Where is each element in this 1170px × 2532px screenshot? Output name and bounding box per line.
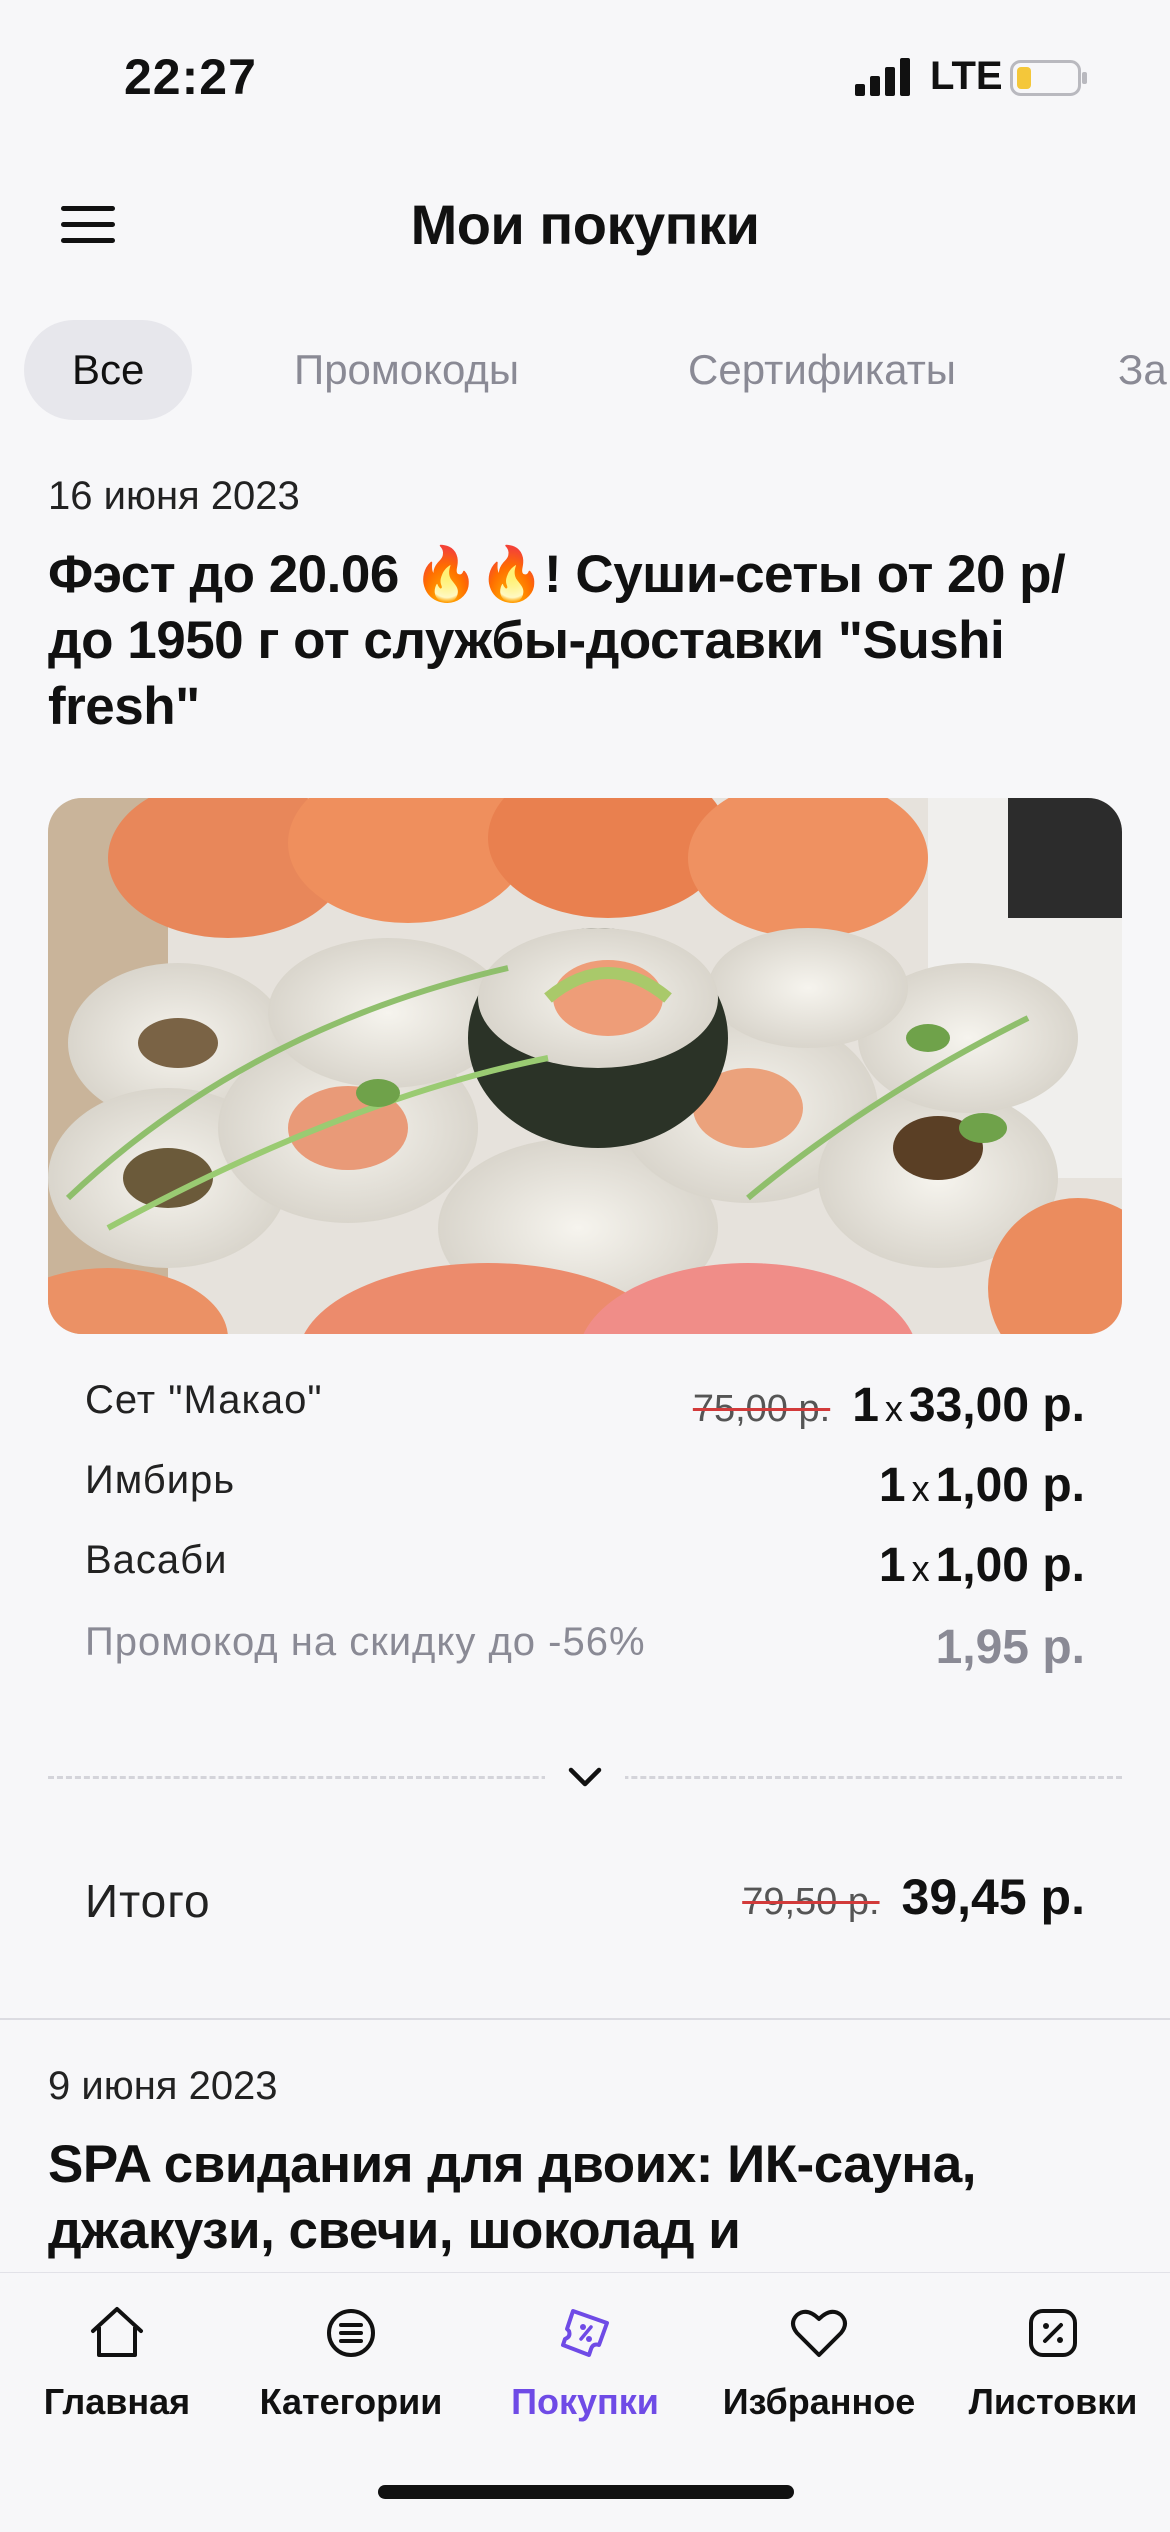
total-old-price: 79,50 р. — [742, 1881, 880, 1923]
item-quantity: 1 — [878, 1459, 906, 1512]
item-name: Сет "Макао" — [85, 1378, 323, 1422]
tabbar-label: Категории — [259, 2381, 443, 2422]
heart-icon — [791, 2309, 847, 2357]
total-label: Итого — [85, 1875, 211, 1927]
item-name: Васаби — [85, 1538, 228, 1582]
tabbar-item-categories[interactable]: Категории — [234, 2301, 468, 2423]
multiply-sign: x — [911, 1548, 930, 1589]
sushi-image — [48, 798, 1122, 1334]
purchase-date: 16 июня 2023 — [48, 474, 300, 518]
tabbar-item-favorites[interactable]: Избранное — [702, 2301, 936, 2423]
total-price-block: 79,50 р. 39,45 р. — [742, 1868, 1085, 1926]
purchase-title[interactable]: Фэст до 20.06 🔥🔥! Суши-сеты от 20 р/до 1… — [48, 542, 1108, 740]
tab-promocodes[interactable]: Промокоды — [294, 320, 519, 420]
promo-price: 1,95 р. — [935, 1621, 1085, 1674]
item-name: Имбирь — [85, 1458, 236, 1502]
chevron-down-icon[interactable] — [565, 1762, 605, 1792]
item-quantity: 1 — [878, 1539, 906, 1592]
item-price: 33,00 р. — [908, 1379, 1085, 1432]
filter-tabs: Все Промокоды Сертификаты За — [0, 320, 1170, 420]
item-price: 1,00 р. — [935, 1459, 1085, 1512]
home-icon — [91, 2307, 143, 2357]
purchase-date: 9 июня 2023 — [48, 2064, 278, 2108]
tabbar-label: Покупки — [511, 2381, 659, 2422]
card-separator — [0, 2018, 1170, 2020]
tab-more[interactable]: За — [1118, 320, 1167, 420]
item-price-block: 75,00 р. 1 x 33,00 р. — [693, 1378, 1085, 1433]
item-quantity: 1 — [852, 1379, 879, 1432]
status-bar: 22:27 LTE — [0, 0, 1170, 150]
list-icon — [327, 2309, 375, 2357]
header: Мои покупки — [0, 170, 1170, 280]
old-price: 75,00 р. — [692, 1388, 831, 1430]
purchase-title[interactable]: SPA свидания для двоих: ИК-сауна, джакуз… — [48, 2132, 1108, 2264]
network-type: LTE — [930, 54, 1003, 98]
status-time: 22:27 — [124, 49, 257, 105]
total-row: Итого 79,50 р. 39,45 р. — [85, 1868, 1085, 1938]
promo-name: Промокод на скидку до -56% — [85, 1620, 646, 1664]
page-title: Мои покупки — [410, 193, 760, 256]
tabbar-label: Избранное — [722, 2381, 916, 2422]
total-price: 39,45 р. — [901, 1869, 1085, 1925]
multiply-sign: x — [884, 1388, 903, 1429]
deal-photo[interactable] — [48, 798, 1122, 1334]
tabbar-item-purchases[interactable]: Покупки — [468, 2301, 702, 2423]
percent-icon — [1029, 2309, 1077, 2357]
item-price-block: 1 x 1,00 р. — [879, 1538, 1085, 1593]
cellular-signal-icon — [855, 58, 910, 96]
promo-line-item: Промокод на скидку до -56% 1,95 р. — [85, 1620, 1085, 1680]
tabbar-label: Главная — [43, 2381, 191, 2422]
tab-all[interactable]: Все — [24, 320, 193, 420]
home-indicator[interactable] — [378, 2485, 794, 2499]
item-price-block: 1 x 1,00 р. — [879, 1458, 1085, 1513]
line-item: Имбирь 1 x 1,00 р. — [85, 1458, 1085, 1518]
tabbar-item-leaflets[interactable]: Листовки — [936, 2301, 1170, 2423]
line-item: Васаби 1 x 1,00 р. — [85, 1538, 1085, 1598]
tabbar-item-home[interactable]: Главная — [0, 2301, 234, 2423]
multiply-sign: x — [911, 1468, 930, 1509]
tabbar-label: Листовки — [968, 2381, 1138, 2422]
battery-icon — [1010, 60, 1087, 96]
line-item: Сет "Макао" 75,00 р. 1 x 33,00 р. — [85, 1378, 1085, 1438]
ticket-icon — [561, 2309, 609, 2357]
item-price: 1,00 р. — [935, 1539, 1085, 1592]
tab-certificates[interactable]: Сертификаты — [688, 320, 956, 420]
